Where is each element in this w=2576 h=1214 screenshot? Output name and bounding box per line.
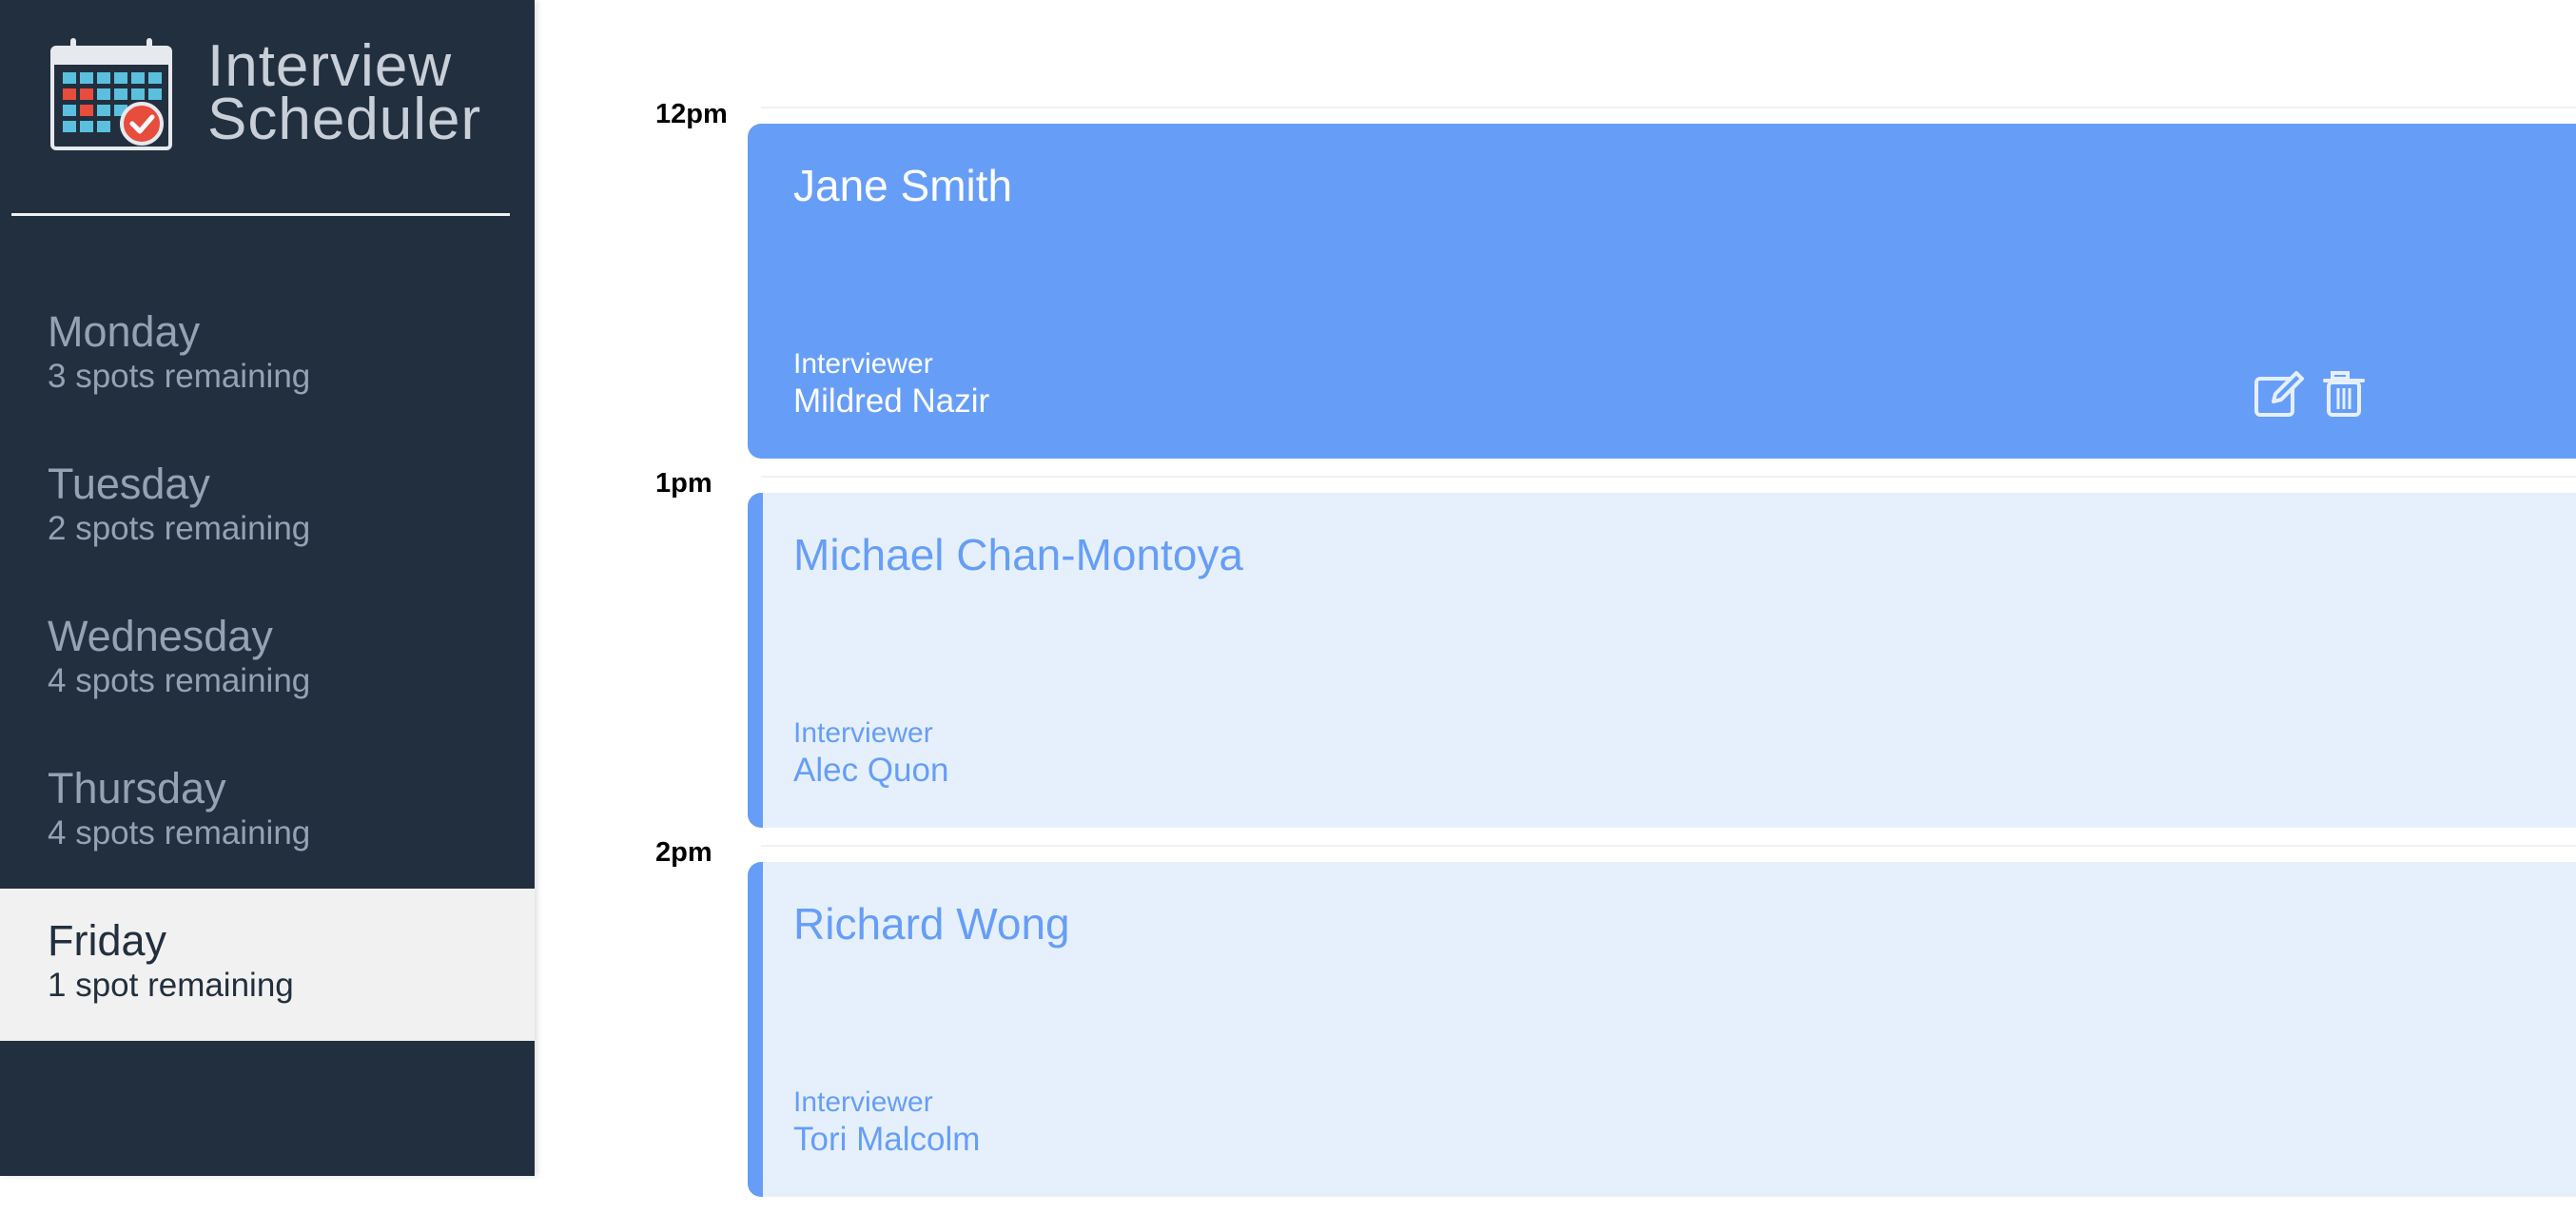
- student-name: Jane Smith: [793, 161, 1013, 210]
- appointment-slot-1pm: 1pm Michael Chan-Montoya Interviewer Ale…: [535, 468, 2576, 845]
- time-divider: [761, 107, 2576, 108]
- app-title-line2: Scheduler: [207, 87, 482, 152]
- day-name: Monday: [48, 307, 201, 356]
- day-spots: 2 spots remaining: [48, 510, 311, 547]
- appointment-card[interactable]: Richard Wong Interviewer Tori Malcolm: [748, 862, 2576, 1197]
- appointment-slot-2pm: 2pm Richard Wong Interviewer Tori Malcol…: [535, 837, 2576, 1214]
- interviewer-label: Interviewer: [793, 1087, 933, 1118]
- trash-icon[interactable]: [2317, 369, 2371, 419]
- day-item-monday[interactable]: Monday 3 spots remaining: [0, 280, 535, 432]
- day-spots: 3 spots remaining: [48, 358, 311, 395]
- day-name: Wednesday: [48, 612, 273, 660]
- interviewer-name: Tori Malcolm: [793, 1121, 981, 1158]
- interviewer-label: Interviewer: [793, 348, 933, 380]
- day-spots: 4 spots remaining: [48, 814, 311, 852]
- day-name: Tuesday: [48, 460, 210, 508]
- time-divider: [761, 845, 2576, 847]
- interviewer-label: Interviewer: [793, 717, 933, 749]
- appointment-actions: [2253, 369, 2371, 419]
- calendar-logo-icon: [50, 38, 172, 150]
- appointment-card[interactable]: Jane Smith Interviewer Mildred Nazir: [748, 124, 2576, 459]
- day-item-tuesday[interactable]: Tuesday 2 spots remaining: [0, 432, 535, 584]
- time-label: 2pm: [655, 837, 712, 868]
- appointment-card[interactable]: Michael Chan-Montoya Interviewer Alec Qu…: [748, 493, 2576, 828]
- day-name: Friday: [48, 916, 167, 965]
- schedule: 12pm Jane Smith Interviewer Mildred Nazi…: [535, 0, 2576, 1197]
- edit-icon[interactable]: [2253, 369, 2306, 419]
- sidebar: Interview Scheduler Monday 3 spots remai…: [0, 0, 535, 1176]
- app-title-line1: Interview: [207, 33, 453, 99]
- day-item-friday[interactable]: Friday 1 spot remaining: [0, 889, 535, 1041]
- interviewer-name: Mildred Nazir: [793, 382, 990, 420]
- day-list: Monday 3 spots remaining Tuesday 2 spots…: [0, 280, 535, 1041]
- student-name: Richard Wong: [793, 899, 1070, 949]
- day-item-thursday[interactable]: Thursday 4 spots remaining: [0, 736, 535, 889]
- appointment-slot-12pm: 12pm Jane Smith Interviewer Mildred Nazi…: [535, 99, 2576, 476]
- time-label: 12pm: [655, 99, 728, 129]
- day-spots: 1 spot remaining: [48, 967, 294, 1004]
- time-label: 1pm: [655, 468, 712, 499]
- app-title: Interview Scheduler: [207, 33, 482, 152]
- day-name: Thursday: [48, 764, 226, 813]
- day-item-wednesday[interactable]: Wednesday 4 spots remaining: [0, 584, 535, 736]
- time-divider: [761, 476, 2576, 478]
- app-brand: Interview Scheduler: [49, 34, 481, 152]
- sidebar-divider: [11, 213, 510, 216]
- student-name: Michael Chan-Montoya: [793, 530, 1244, 579]
- interviewer-name: Alec Quon: [793, 752, 949, 789]
- day-spots: 4 spots remaining: [48, 662, 311, 699]
